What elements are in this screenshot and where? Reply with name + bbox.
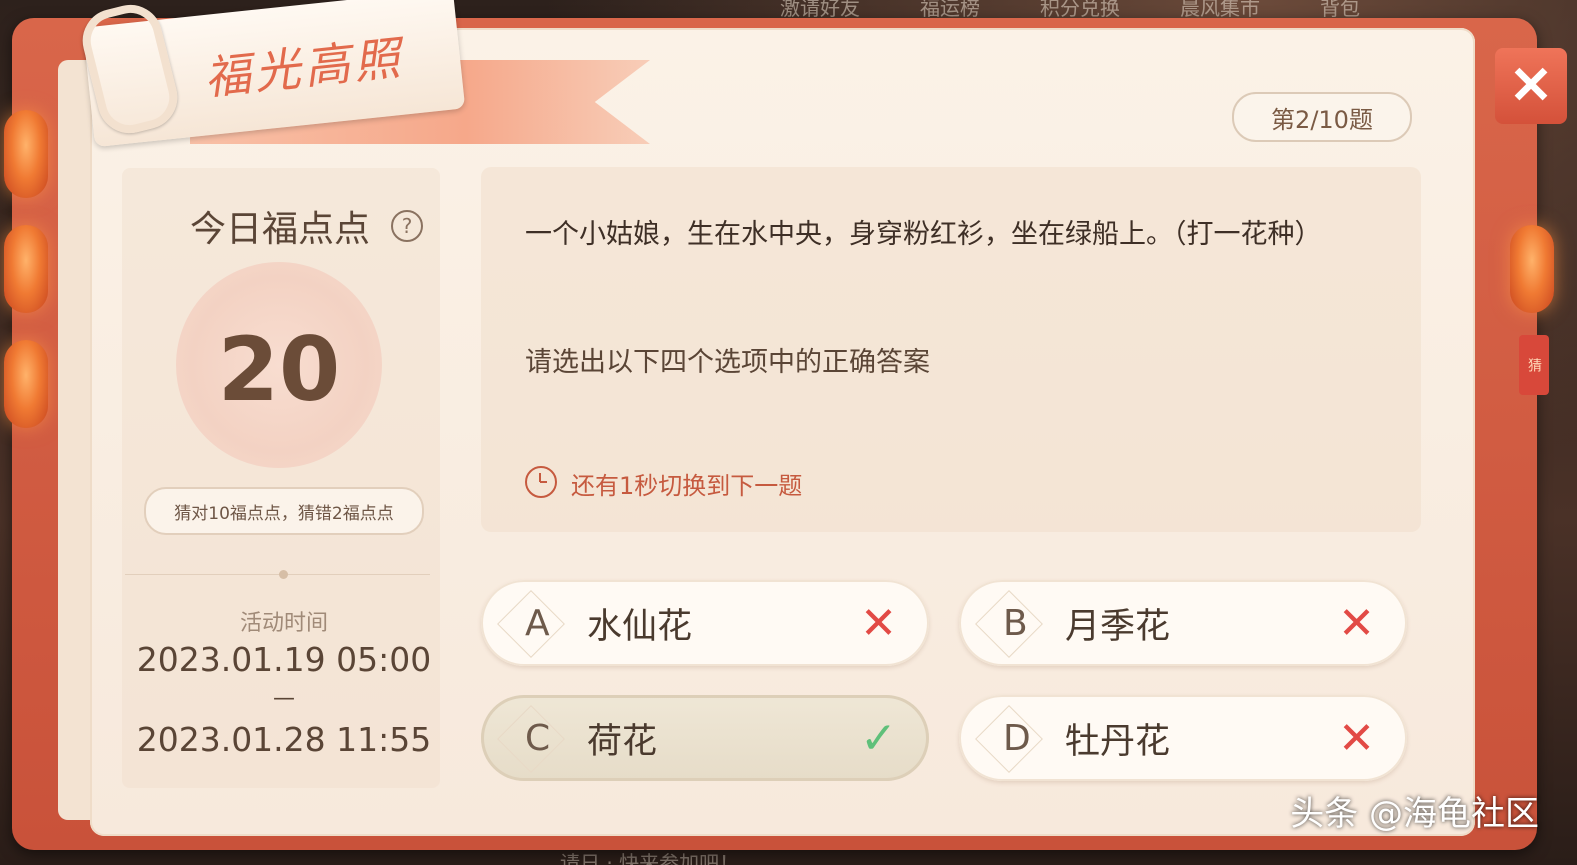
points-value: 20 <box>217 318 341 421</box>
option-letter: D <box>1003 717 1031 759</box>
option-label: 月季花 <box>1065 606 1171 647</box>
top-menu: 激请好友 福运榜 积分兑换 晨风集市 背包 <box>780 0 1537 20</box>
side-tab[interactable]: 猜 <box>1519 335 1549 395</box>
menu-item-invite[interactable]: 激请好友 <box>780 0 860 20</box>
close-button[interactable]: ✕ <box>1495 48 1567 124</box>
question-text: 一个小姑娘，生在水中央，身穿粉红衫，坐在绿船上。（打一花种） <box>525 219 1322 250</box>
timer-text: 还有1秒切换到下一题 <box>571 472 803 500</box>
activity-end: 2023.01.28 11:55 <box>136 720 432 759</box>
option-label: 水仙花 <box>587 606 693 647</box>
menu-item-fortune[interactable]: 福运榜 <box>920 0 980 20</box>
wrong-icon: ✕ <box>1338 712 1375 764</box>
divider <box>125 574 430 575</box>
help-icon[interactable]: ? <box>391 210 423 242</box>
option-d[interactable]: D 牡丹花 ✕ <box>959 695 1407 781</box>
lantern-icon <box>4 340 48 428</box>
clock-icon <box>525 466 557 498</box>
points-label: 今日福点点 <box>190 209 371 250</box>
points-rule: 猜对10福点点，猜错2福点点 <box>144 487 424 535</box>
option-letter: B <box>1003 602 1028 644</box>
activity-dash: — <box>273 686 295 711</box>
title-banner: 福光高照 <box>75 0 650 170</box>
menu-item-market[interactable]: 晨风集市 <box>1180 0 1260 20</box>
wrong-icon: ✕ <box>1338 597 1375 649</box>
lantern-icon <box>4 110 48 198</box>
option-letter: C <box>525 717 551 759</box>
page-title: 福光高照 <box>201 30 407 106</box>
lantern-icon <box>4 225 48 313</box>
wrong-icon: ✕ <box>860 597 897 649</box>
watermark: 头条 @海龟社区 <box>1290 794 1539 834</box>
menu-item-exchange[interactable]: 积分兑换 <box>1040 0 1120 20</box>
divider-dot <box>279 570 288 579</box>
menu-item-bag[interactable]: 背包 <box>1320 0 1360 20</box>
question-instruction: 请选出以下四个选项中的正确答案 <box>525 347 930 378</box>
bottom-strip: 请日 · 快来参加吧！ <box>560 851 740 865</box>
option-b[interactable]: B 月季花 ✕ <box>959 580 1407 666</box>
activity-time-label: 活动时间 <box>239 611 328 636</box>
check-icon: ✓ <box>860 712 897 764</box>
option-c[interactable]: C 荷花 ✓ <box>481 695 929 781</box>
option-a[interactable]: A 水仙花 ✕ <box>481 580 929 666</box>
question-counter: 第2/10题 <box>1232 92 1412 142</box>
option-letter: A <box>525 602 550 644</box>
option-label: 荷花 <box>587 721 658 762</box>
option-label: 牡丹花 <box>1065 721 1171 762</box>
activity-start: 2023.01.19 05:00 <box>136 640 432 679</box>
lantern-icon <box>1510 225 1554 313</box>
